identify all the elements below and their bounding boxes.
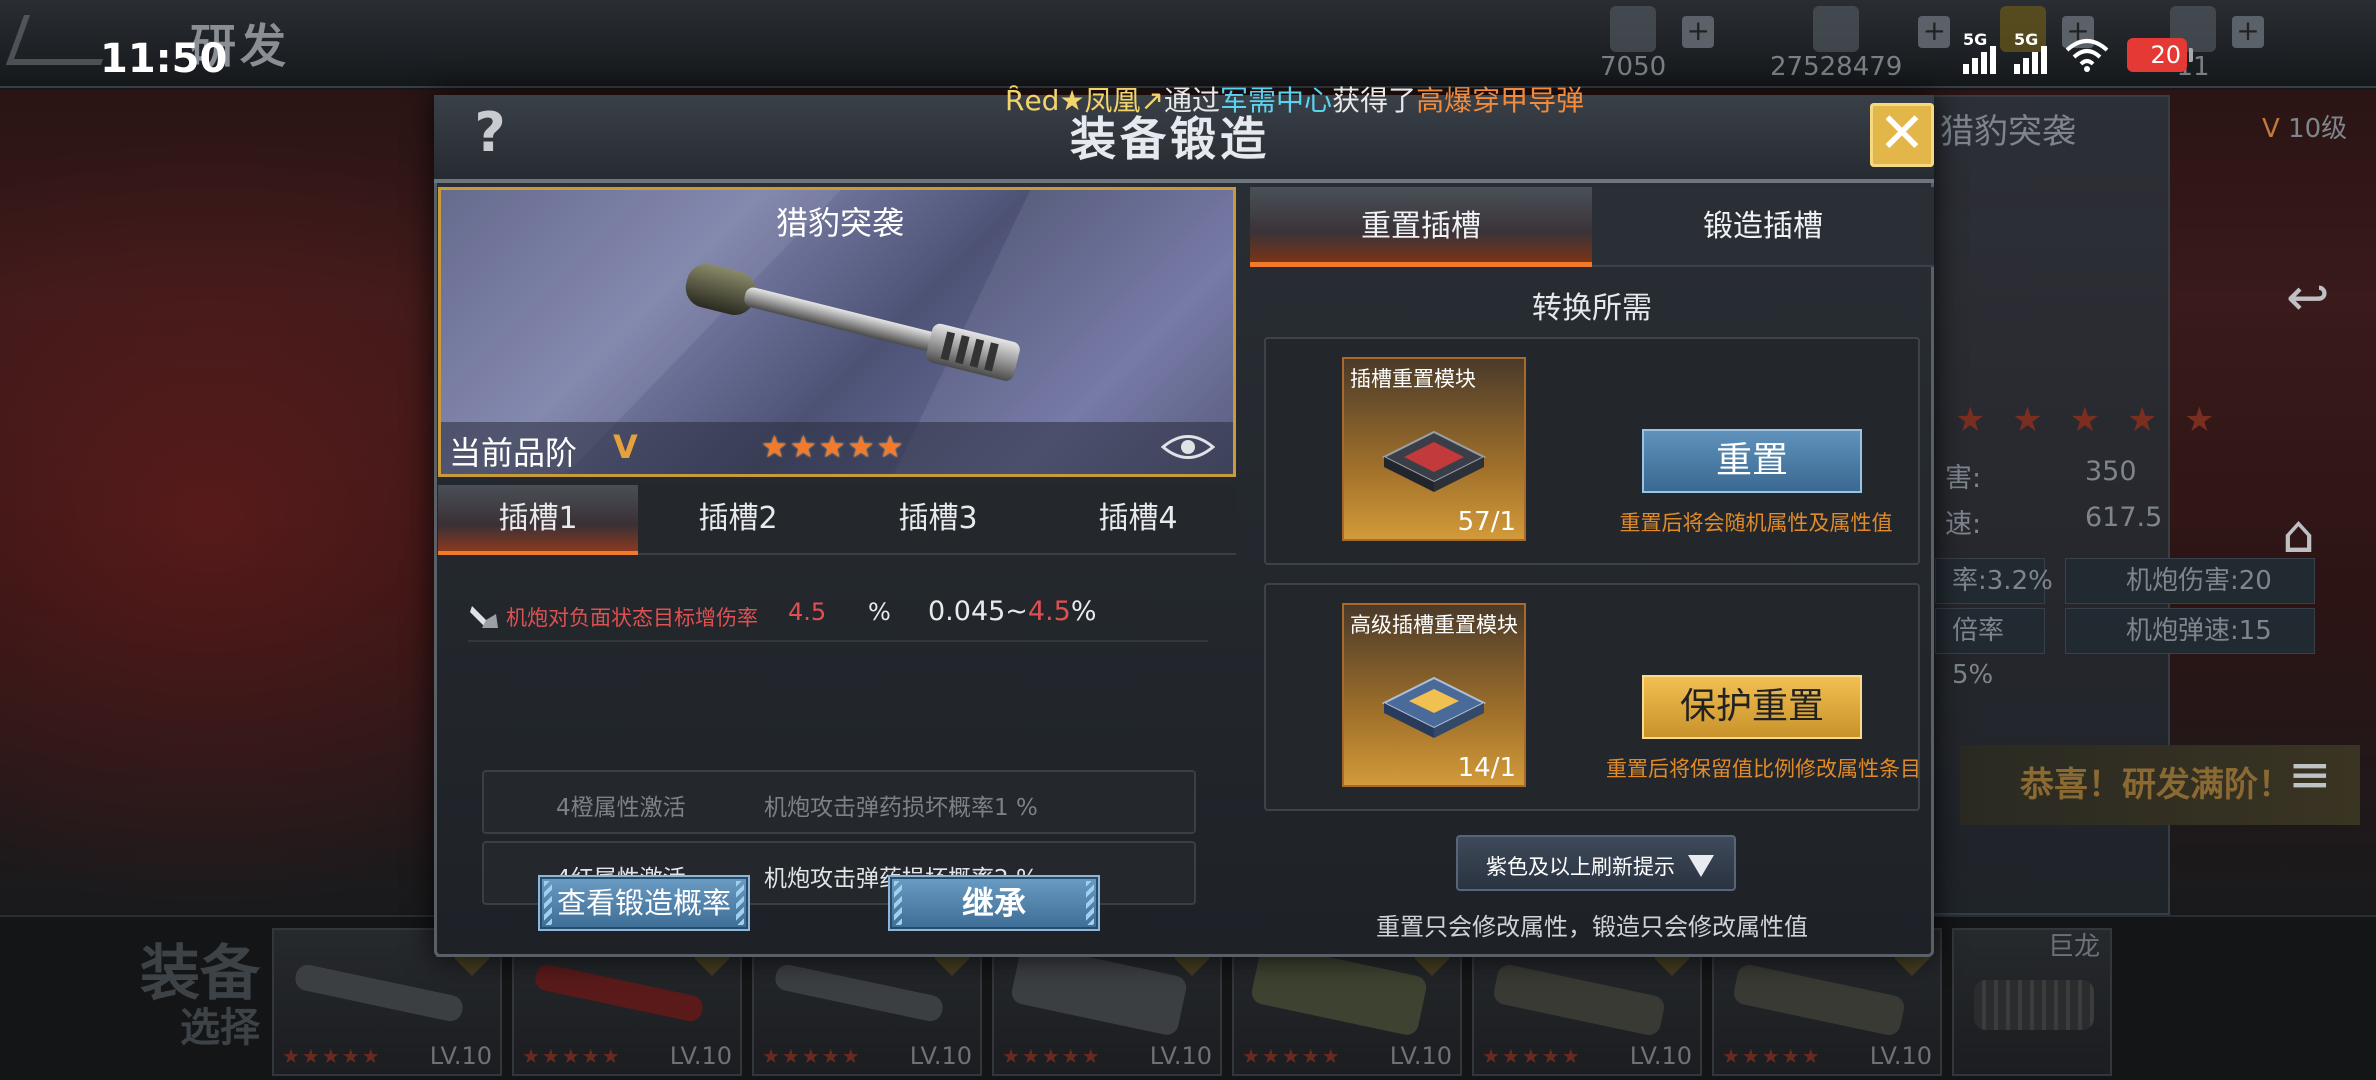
activation-desc: 机炮攻击弹药损坏概率1 % (764, 795, 1038, 821)
stat-value: 617.5 (2085, 502, 2163, 533)
module-count: 57/1 (1457, 507, 1516, 537)
chip-module-icon (1381, 430, 1487, 492)
dropdown-label: 紫色及以上刷新提示 (1486, 855, 1675, 879)
module-name: 插槽重置模块 (1350, 367, 1476, 391)
add-resource-button[interactable]: + (1918, 16, 1951, 48)
protected-reset-button[interactable]: 保护重置 (1642, 675, 1862, 739)
reset-panel: 重置插槽 锻造插槽 转换所需 插槽重置模块 57/1 重置 重置后将会随机属性及… (1250, 187, 1934, 957)
tab-forge-slot[interactable]: 锻造插槽 (1592, 187, 1934, 267)
close-button[interactable]: ✕ (1870, 103, 1934, 167)
grade-value: V (613, 428, 638, 466)
reset-module-row: 插槽重置模块 57/1 重置 重置后将会随机属性及属性值 (1264, 337, 1920, 565)
signal-icon: 5G (1963, 30, 1996, 74)
stat-label: 害: (1945, 463, 1982, 494)
slot-attribute: 机炮对负面状态目标增伤率 4.5 % 0.045~4.5% (468, 592, 1208, 642)
activation-row: 4橙属性激活 机炮攻击弹药损坏概率1 % (482, 770, 1196, 834)
broadcast-notice: Ȓed★凤凰↗通过军需中心获得了高爆穿甲导弹 (1005, 84, 1585, 117)
attribute-name: 机炮对负面状态目标增伤率 (506, 606, 758, 630)
eye-icon[interactable] (1161, 432, 1215, 462)
attribute-unit: % (868, 598, 891, 626)
module-card: 高级插槽重置模块 14/1 (1342, 603, 1526, 787)
advanced-module-icon (1381, 676, 1487, 738)
status-time: 11:50 (100, 36, 228, 82)
forge-modal: ? 装备锻造 ✕ 猎豹突袭 当前品阶 V ★★★★★ 插槽1 插槽2 插槽3 插… (420, 95, 1948, 965)
slot-action-tabs: 重置插槽 锻造插槽 (1250, 187, 1934, 267)
inherit-button[interactable]: 继承 (888, 875, 1100, 931)
battery-icon: 20 (2127, 38, 2193, 72)
equipment-stars: ★ ★ ★ ★ ★ (1955, 400, 2223, 440)
reset-hint: 重置后将会随机属性及属性值 (1619, 511, 1893, 535)
reset-footer-note: 重置只会修改属性，锻造只会修改属性值 (1376, 913, 1808, 941)
signal-icon: 5G (2014, 30, 2047, 74)
grade-bar: 当前品阶 V ★★★★★ (441, 422, 1233, 474)
equipment-card[interactable]: 巨龙 (1952, 928, 2112, 1076)
equipment-level: V 10级 (2262, 114, 2348, 144)
protected-reset-row: 高级插槽重置模块 14/1 保护重置 重置后将保留值比例修改属性条目 (1264, 583, 1921, 811)
home-icon[interactable]: ⌂ (2282, 505, 2315, 565)
grade-label: 当前品阶 (449, 434, 578, 472)
protected-reset-hint: 重置后将保留值比例修改属性条目 (1606, 757, 1921, 781)
resource-1: 7050 + (1600, 6, 1715, 82)
add-resource-button[interactable]: + (1682, 16, 1715, 48)
module-card: 插槽重置模块 57/1 (1342, 357, 1526, 541)
view-probability-button[interactable]: 查看锻造概率 (538, 875, 750, 931)
resource-icon (1610, 6, 1657, 52)
back-arrow-icon[interactable]: ↩ (2286, 268, 2330, 328)
wifi-icon (2065, 39, 2109, 72)
cannon-attribute-icon (470, 606, 498, 628)
stat-value: 350 (2085, 456, 2137, 487)
resource-2: 27528479 + (1770, 6, 1951, 82)
stat-label: 速: (1945, 509, 1982, 540)
module-name: 高级插槽重置模块 (1350, 613, 1518, 637)
slot-tabs: 插槽1 插槽2 插槽3 插槽4 (438, 485, 1236, 555)
resource-icon (1813, 6, 1860, 52)
stat-box: 机炮弹速:15 (2065, 608, 2315, 654)
help-button[interactable]: ? (460, 103, 520, 163)
item-panel: 猎豹突袭 当前品阶 V ★★★★★ 插槽1 插槽2 插槽3 插槽4 机炮对负面状… (438, 187, 1240, 957)
attribute-value: 4.5 (788, 598, 827, 626)
module-count: 14/1 (1457, 753, 1516, 783)
equipment-name: 猎豹突袭 (1940, 112, 2076, 152)
tab-reset-slot[interactable]: 重置插槽 (1250, 187, 1592, 267)
tab-slot-1[interactable]: 插槽1 (438, 485, 638, 555)
stat-box: 率:3.2% (1935, 558, 2053, 604)
select-label: 选择 (180, 1005, 260, 1051)
stat-box: 机炮伤害:20 (2065, 558, 2315, 604)
stat-box: 倍率5% (1935, 608, 2045, 690)
tab-slot-3[interactable]: 插槽3 (838, 485, 1038, 555)
requirement-heading: 转换所需 (1532, 291, 1652, 326)
cannon-icon (685, 263, 1020, 381)
tab-slot-2[interactable]: 插槽2 (638, 485, 838, 555)
item-name: 猎豹突袭 (775, 204, 904, 242)
status-icons: 5G 5G 20 (1963, 30, 2193, 74)
reset-button[interactable]: 重置 (1642, 429, 1862, 493)
attribute-range: 0.045~4.5% (928, 596, 1097, 627)
grade-stars: ★★★★★ (761, 430, 906, 465)
tab-slot-4[interactable]: 插槽4 (1038, 485, 1238, 555)
refresh-notice-dropdown[interactable]: 紫色及以上刷新提示 (1456, 835, 1736, 891)
chevron-down-icon (1688, 855, 1714, 877)
activation-label: 4橙属性激活 (556, 795, 686, 821)
item-preview: 猎豹突袭 当前品阶 V ★★★★★ (438, 187, 1236, 477)
menu-icon[interactable]: ≡ (2288, 745, 2332, 805)
add-resource-button[interactable]: + (2232, 16, 2264, 48)
